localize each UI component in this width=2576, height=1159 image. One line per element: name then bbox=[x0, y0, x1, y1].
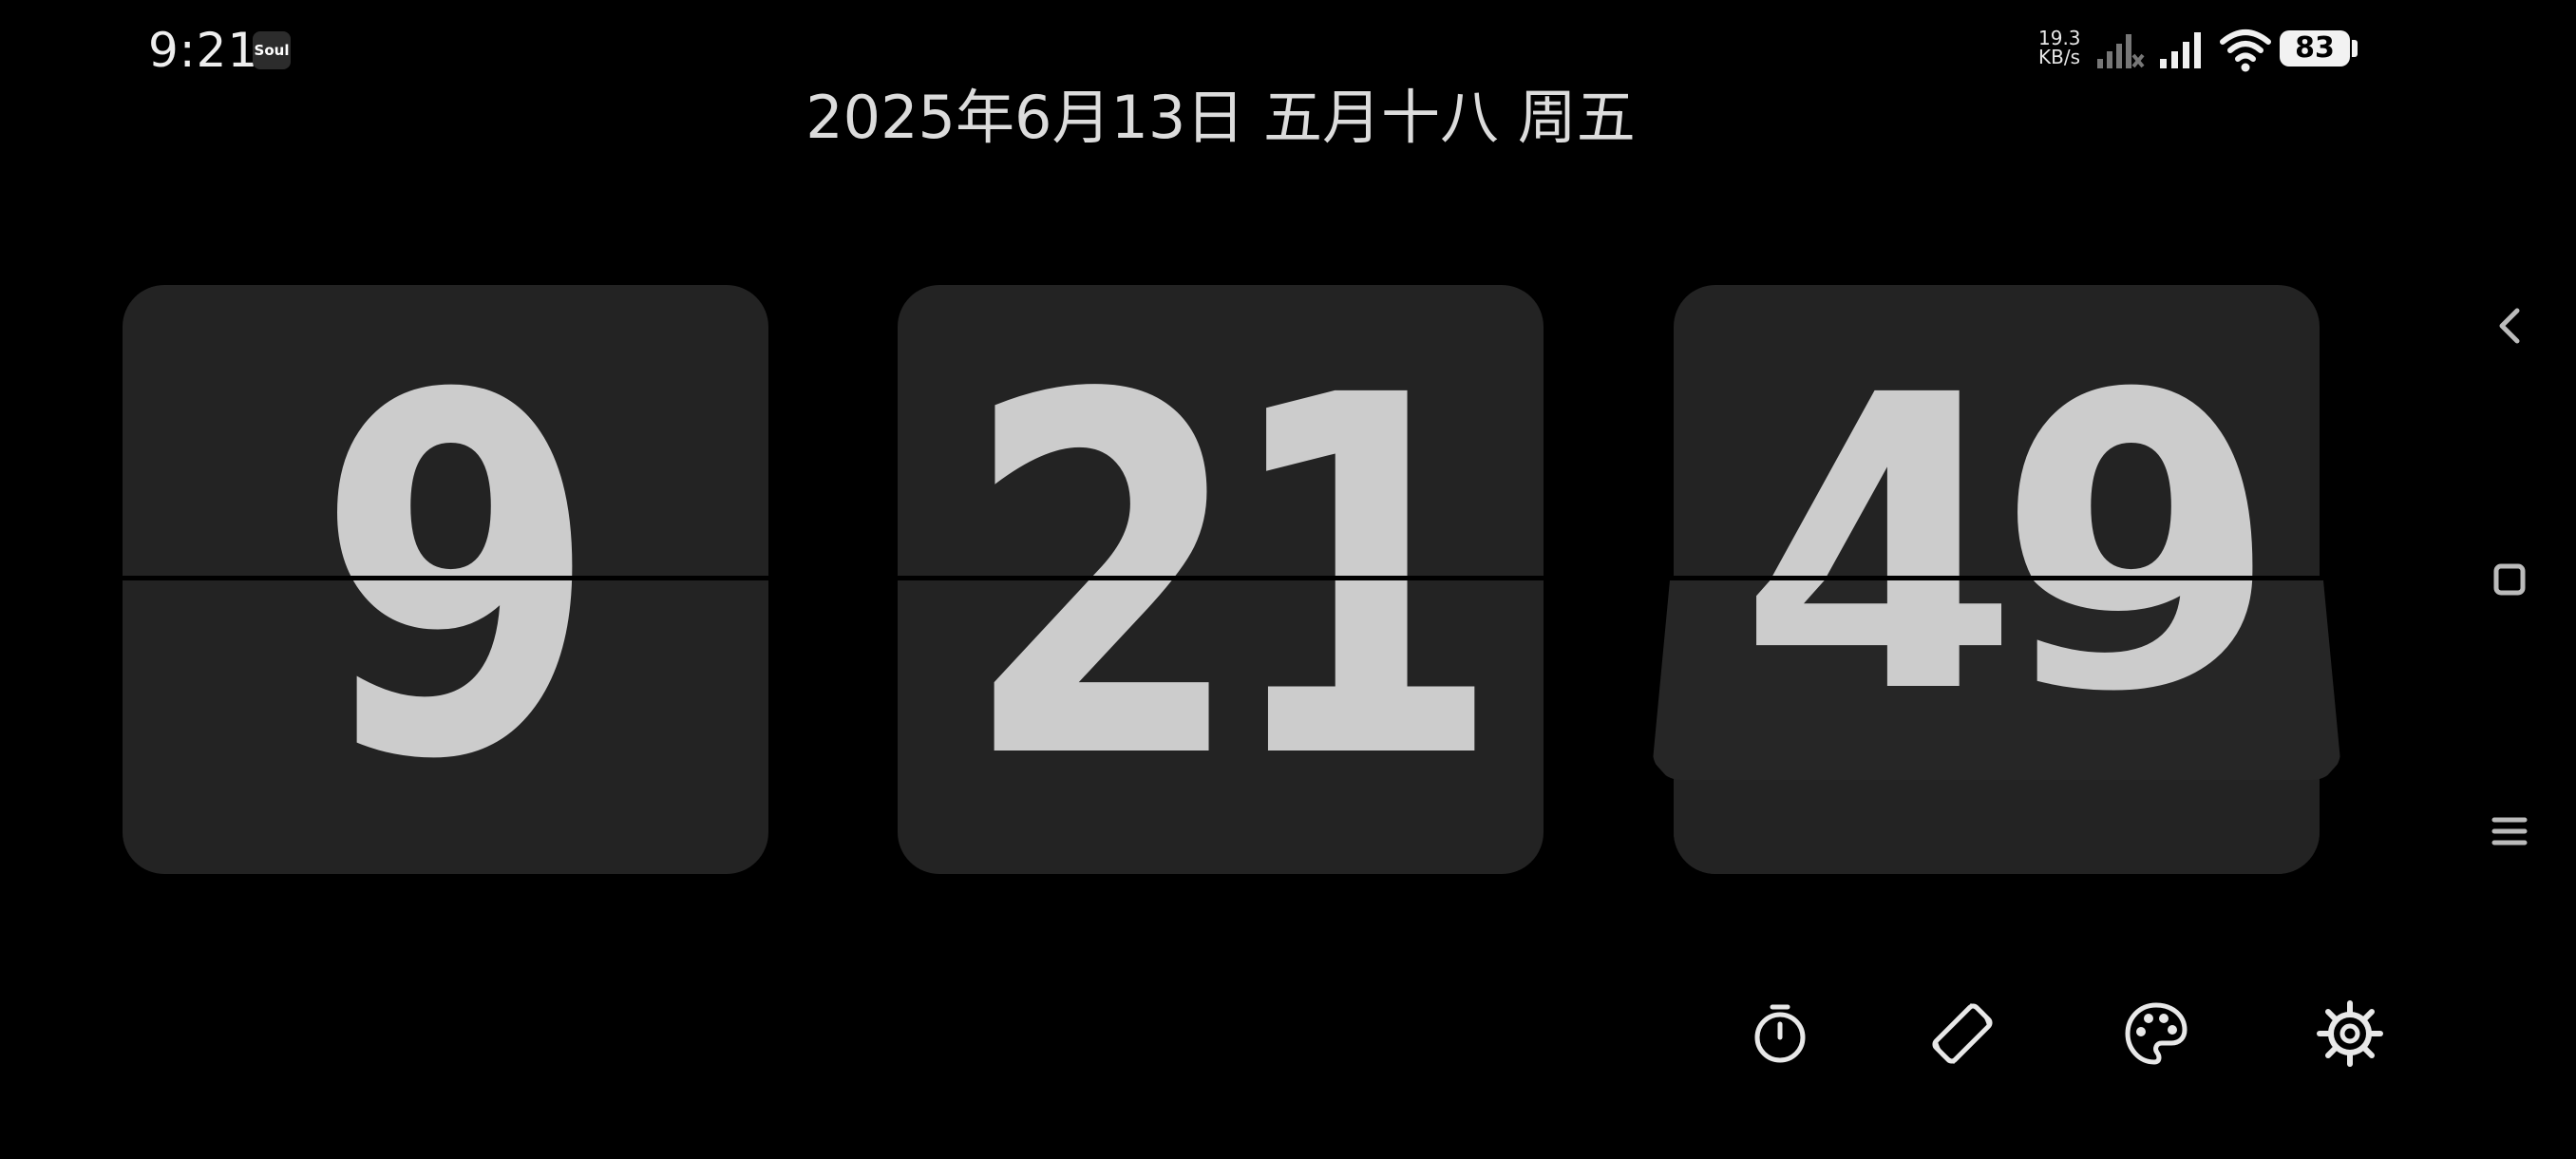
screen-rotate-icon[interactable] bbox=[1926, 998, 1998, 1070]
battery-icon: 83 bbox=[2280, 30, 2350, 66]
seconds-flap-digits: 49 bbox=[1732, 580, 2279, 763]
signal-sim1-icon bbox=[2097, 34, 2145, 68]
seconds-digits: 49 bbox=[1732, 285, 2279, 577]
card-split-line bbox=[898, 576, 1544, 580]
palette-icon[interactable] bbox=[2120, 998, 2192, 1070]
status-indicators: 19.3 KB/s 83 bbox=[2038, 23, 2361, 76]
home-icon[interactable] bbox=[2481, 551, 2538, 608]
seconds-flap-digits-wrap: 49 bbox=[1674, 580, 2320, 763]
minutes-card: 21 bbox=[898, 285, 1544, 874]
network-speed-unit: KB/s bbox=[2038, 46, 2080, 68]
hours-card: 9 bbox=[123, 285, 768, 874]
gear-icon[interactable] bbox=[2314, 998, 2386, 1070]
signal-sim2-icon bbox=[2160, 32, 2201, 68]
flip-clock-screen: 9:21 Soul 19.3 KB/s 83 2025年6月13日 五月十八 周… bbox=[0, 0, 2576, 1159]
seconds-card-bottom bbox=[1674, 780, 2320, 874]
soul-app-icon: Soul bbox=[253, 31, 291, 69]
recents-icon[interactable] bbox=[2481, 803, 2538, 860]
network-speed-value: 19.3 bbox=[2038, 27, 2081, 49]
network-speed: 19.3 KB/s bbox=[2038, 28, 2092, 66]
seconds-flip-flap: 49 bbox=[1653, 580, 2340, 780]
seconds-top-half: 49 bbox=[1674, 285, 2320, 577]
seconds-card: 49 49 bbox=[1653, 285, 2340, 874]
card-split-line bbox=[123, 576, 768, 580]
status-time: 9:21 bbox=[148, 23, 259, 78]
card-split-line bbox=[1674, 576, 2320, 580]
timer-icon[interactable] bbox=[1744, 998, 1816, 1070]
battery-tip bbox=[2352, 40, 2358, 57]
wifi-icon bbox=[2220, 29, 2271, 72]
back-icon[interactable] bbox=[2481, 297, 2538, 354]
date-text: 2025年6月13日 五月十八 周五 bbox=[805, 83, 1636, 152]
